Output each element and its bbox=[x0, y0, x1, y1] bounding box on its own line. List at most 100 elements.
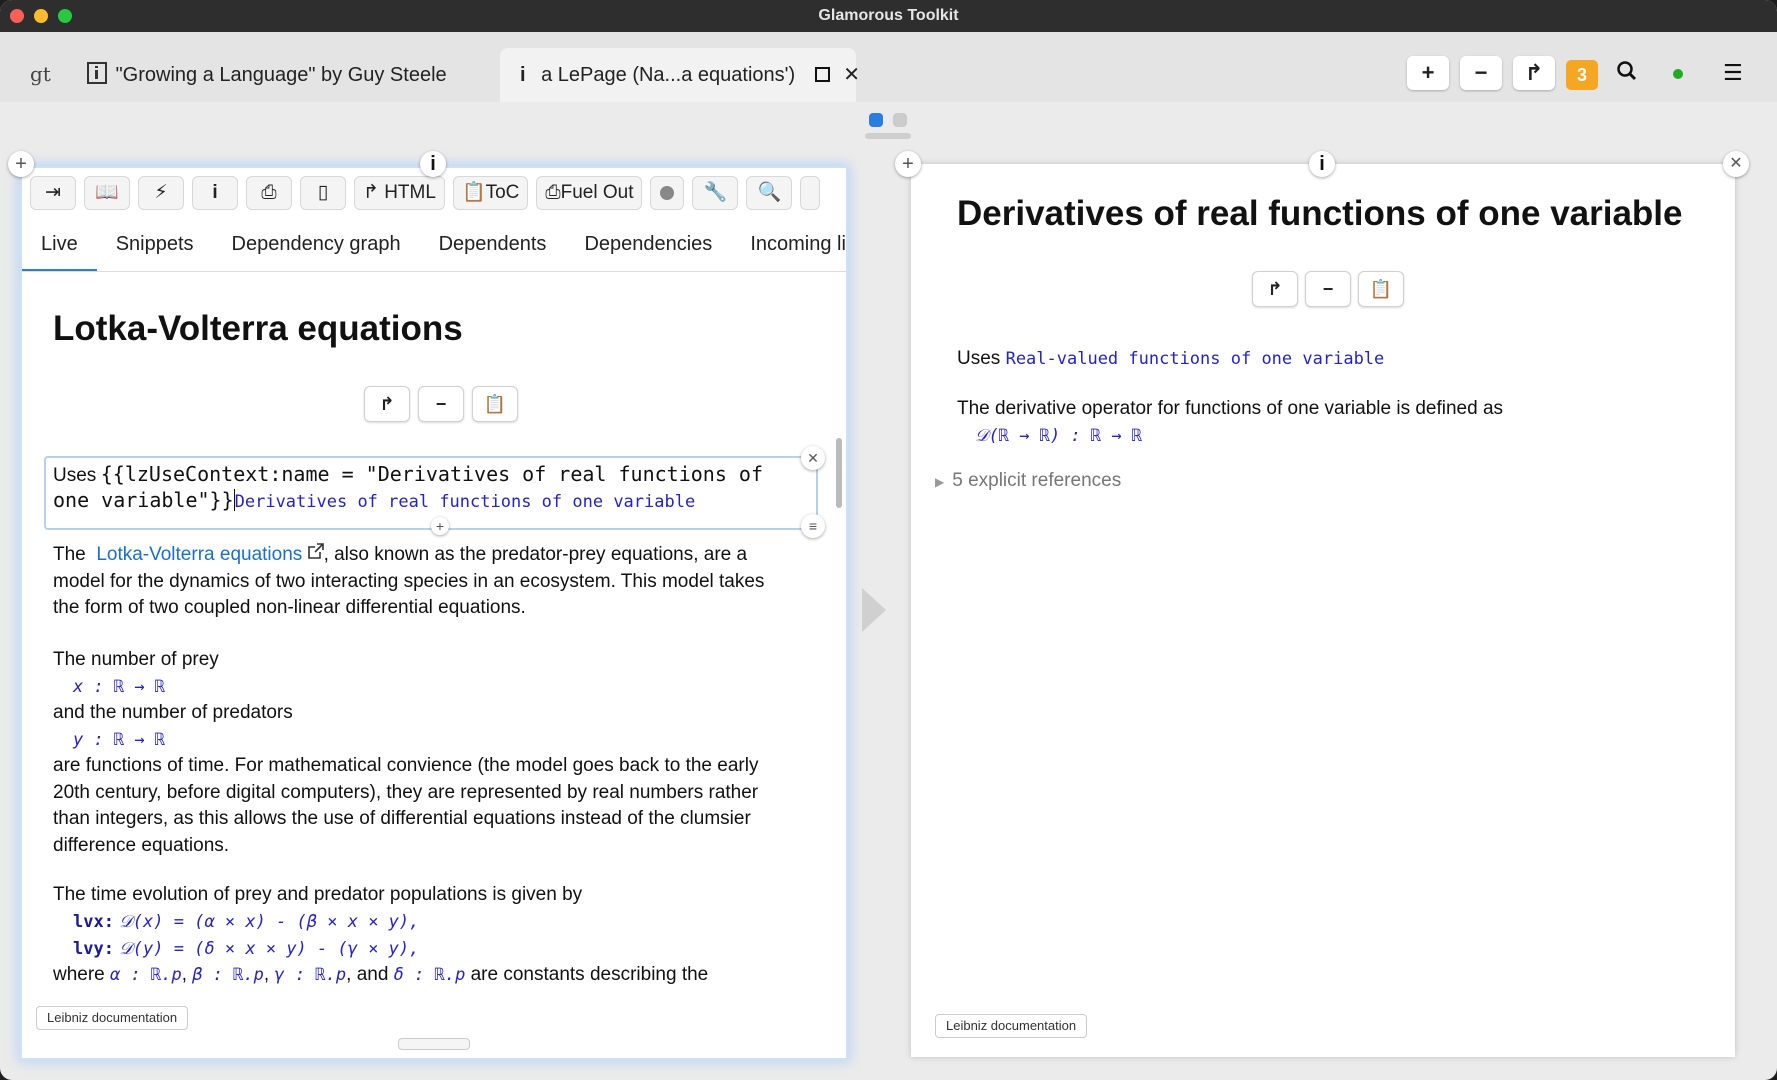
copy-page-button[interactable]: 📋 bbox=[472, 386, 518, 422]
delta-const[interactable]: δ : ℝ.p bbox=[394, 965, 466, 985]
toc-button[interactable]: 📋ToC bbox=[452, 176, 529, 210]
real-valued-functions-link[interactable]: Real-valued functions of one variable bbox=[1006, 349, 1385, 369]
right-page-title: Derivatives of real functions of one var… bbox=[957, 194, 1683, 233]
clipboard-icon: 📋 bbox=[461, 182, 486, 203]
remove-button[interactable]: − bbox=[1460, 56, 1502, 90]
view-tabs: Live Snippets Dependency graph Dependents De… bbox=[22, 220, 846, 272]
fuel-out-button[interactable]: ⎙Fuel Out bbox=[536, 176, 643, 210]
menu-icon[interactable]: ☰ bbox=[1723, 60, 1743, 86]
more-button[interactable] bbox=[800, 176, 821, 210]
left-pane-info-icon[interactable]: i bbox=[420, 151, 446, 177]
tab-label: "Growing a Language" by Guy Steele bbox=[115, 64, 447, 86]
collapse-page-button[interactable]: − bbox=[1305, 271, 1351, 307]
close-snippet-icon[interactable]: ✕ bbox=[801, 446, 825, 470]
notification-badge[interactable]: 3 bbox=[1566, 60, 1598, 90]
derivative-operator-math[interactable]: 𝒟(ℝ → ℝ) : ℝ → ℝ bbox=[975, 423, 1142, 450]
add-button[interactable]: + bbox=[1407, 56, 1449, 90]
left-pane: ⇥ 📖 ⚡ i ⎙ ▯ ↱ HTML 📋ToC ⎙Fuel Out 🔧 🔍 Live Snippets… bbox=[22, 168, 846, 1058]
pager-dot[interactable] bbox=[893, 113, 907, 127]
copy-page-button[interactable]: 📋 bbox=[1358, 271, 1404, 307]
share-page-button[interactable]: ↱ bbox=[364, 386, 410, 422]
uses-prefix: Uses bbox=[957, 348, 1001, 369]
alpha-const[interactable]: α : ℝ.p bbox=[110, 965, 182, 985]
paragraph-functions: are functions of time. For mathematical … bbox=[53, 755, 759, 856]
lightning-button[interactable]: ⚡ bbox=[138, 176, 184, 210]
tab-growing-a-language[interactable]: "Growing a Language" by Guy Steele bbox=[74, 48, 494, 102]
constants-tail: are constants describing the bbox=[470, 964, 709, 985]
leibniz-documentation-tag[interactable]: Leibniz documentation bbox=[935, 1014, 1088, 1038]
record-button[interactable] bbox=[650, 176, 685, 210]
vertical-scrollbar[interactable] bbox=[836, 438, 842, 508]
status-dot-icon bbox=[1673, 69, 1683, 79]
source-line-1[interactable]: {{lzUseContext:name = "Derivatives of re… bbox=[101, 462, 763, 486]
equation-lvx[interactable]: lvx: 𝒟(x) = (α × x) - (β × x × y), bbox=[73, 909, 419, 936]
lotka-volterra-link[interactable]: Lotka-Volterra equations bbox=[96, 544, 302, 565]
fuel-out-label: Fuel Out bbox=[560, 182, 634, 203]
add-right-pane-icon[interactable]: + bbox=[895, 151, 921, 177]
snippet-menu-icon[interactable]: ≡ bbox=[801, 514, 825, 538]
eq-label-lvy: lvy: bbox=[73, 939, 114, 959]
references-expander[interactable]: ▶ 5 explicit references bbox=[935, 468, 1121, 496]
html-button[interactable]: ↱ HTML bbox=[354, 176, 445, 210]
right-pane-info-icon[interactable]: i bbox=[1309, 151, 1335, 177]
maximize-tab-icon[interactable] bbox=[814, 67, 830, 82]
add-left-pane-icon[interactable]: + bbox=[8, 151, 34, 177]
external-link-icon[interactable] bbox=[307, 543, 324, 559]
page-icon bbox=[87, 62, 107, 84]
window-title: Glamorous Toolkit bbox=[818, 7, 959, 24]
search-icon[interactable] bbox=[1616, 60, 1638, 88]
info-button[interactable]: i bbox=[192, 176, 238, 210]
math-y[interactable]: y : ℝ → ℝ bbox=[73, 727, 165, 754]
leibniz-documentation-tag[interactable]: Leibniz documentation bbox=[36, 1006, 189, 1030]
prey-label: The number of prey bbox=[53, 649, 219, 670]
collapse-page-button[interactable]: − bbox=[418, 386, 464, 422]
add-snippet-icon[interactable]: + bbox=[431, 517, 449, 535]
source-line-2[interactable]: one variable"}} bbox=[53, 488, 234, 512]
share-page-button[interactable]: ↱ bbox=[1252, 271, 1298, 307]
references-label: 5 explicit references bbox=[952, 470, 1122, 491]
expand-arrow-icon[interactable] bbox=[862, 588, 886, 632]
move-into-button[interactable]: ⇥ bbox=[30, 176, 76, 210]
tab-lepage[interactable]: i a LePage (Na...a equations') ✕ bbox=[500, 48, 860, 102]
math-x[interactable]: x : ℝ → ℝ bbox=[73, 674, 165, 701]
tab-incoming-links[interactable]: Incoming lir bbox=[731, 220, 846, 271]
eq-body-lvy: 𝒟(y) = (δ × x × y) - (γ × y), bbox=[119, 939, 420, 959]
close-right-pane-icon[interactable]: ✕ bbox=[1723, 151, 1749, 177]
text-the: The bbox=[53, 544, 86, 565]
equation-lvy[interactable]: lvy: 𝒟(y) = (δ × x × y) - (γ × y), bbox=[73, 936, 419, 963]
toc-label: ToC bbox=[485, 182, 520, 203]
snippet-editor[interactable]: Uses {{lzUseContext:name = "Derivatives … bbox=[44, 456, 818, 530]
pager-scroll-handle[interactable] bbox=[865, 133, 911, 139]
time-evolution-label: The time evolution of prey and predator … bbox=[53, 884, 583, 905]
close-tab-icon[interactable]: ✕ bbox=[843, 64, 860, 86]
info-icon: i bbox=[520, 64, 526, 86]
tab-dependency-graph[interactable]: Dependency graph bbox=[213, 220, 420, 271]
gt-logo[interactable]: gt bbox=[30, 62, 51, 86]
triangle-right-icon: ▶ bbox=[935, 475, 945, 489]
zoom-window-button[interactable] bbox=[58, 9, 72, 23]
tab-live[interactable]: Live bbox=[22, 220, 97, 271]
minimize-window-button[interactable] bbox=[34, 9, 48, 23]
eq-body-lvx: 𝒟(x) = (α × x) - (β × x × y), bbox=[119, 912, 420, 932]
eq-label-lvx: lvx: bbox=[73, 912, 114, 932]
constants-line: where α : ℝ.p, β : ℝ.p, γ : ℝ.p, and δ :… bbox=[53, 964, 709, 985]
close-window-button[interactable] bbox=[10, 9, 24, 23]
tab-dependencies[interactable]: Dependencies bbox=[565, 220, 731, 271]
share-button[interactable]: ↱ bbox=[1513, 56, 1555, 90]
search-button[interactable]: 🔍 bbox=[746, 176, 793, 210]
resize-handle[interactable] bbox=[398, 1038, 470, 1050]
gamma-const[interactable]: γ : ℝ.p bbox=[274, 965, 346, 985]
tab-dependents[interactable]: Dependents bbox=[420, 220, 566, 271]
tab-snippets[interactable]: Snippets bbox=[97, 220, 213, 271]
beta-const[interactable]: β : ℝ.p bbox=[192, 965, 264, 985]
print-button[interactable]: ⎙ bbox=[246, 176, 292, 210]
book-button[interactable]: 📖 bbox=[84, 176, 130, 210]
pager-dot-active[interactable] bbox=[869, 113, 883, 127]
predators-label: and the number of predators bbox=[53, 702, 293, 723]
rendered-link[interactable]: Derivatives of real functions of one var… bbox=[235, 492, 696, 512]
right-pane: Derivatives of real functions of one var… bbox=[911, 164, 1735, 1057]
wrench-button[interactable]: 🔧 bbox=[692, 176, 739, 210]
printer-icon: ⎙ bbox=[545, 182, 561, 203]
title-bar: Glamorous Toolkit bbox=[0, 0, 1777, 32]
page-button[interactable]: ▯ bbox=[300, 176, 346, 210]
